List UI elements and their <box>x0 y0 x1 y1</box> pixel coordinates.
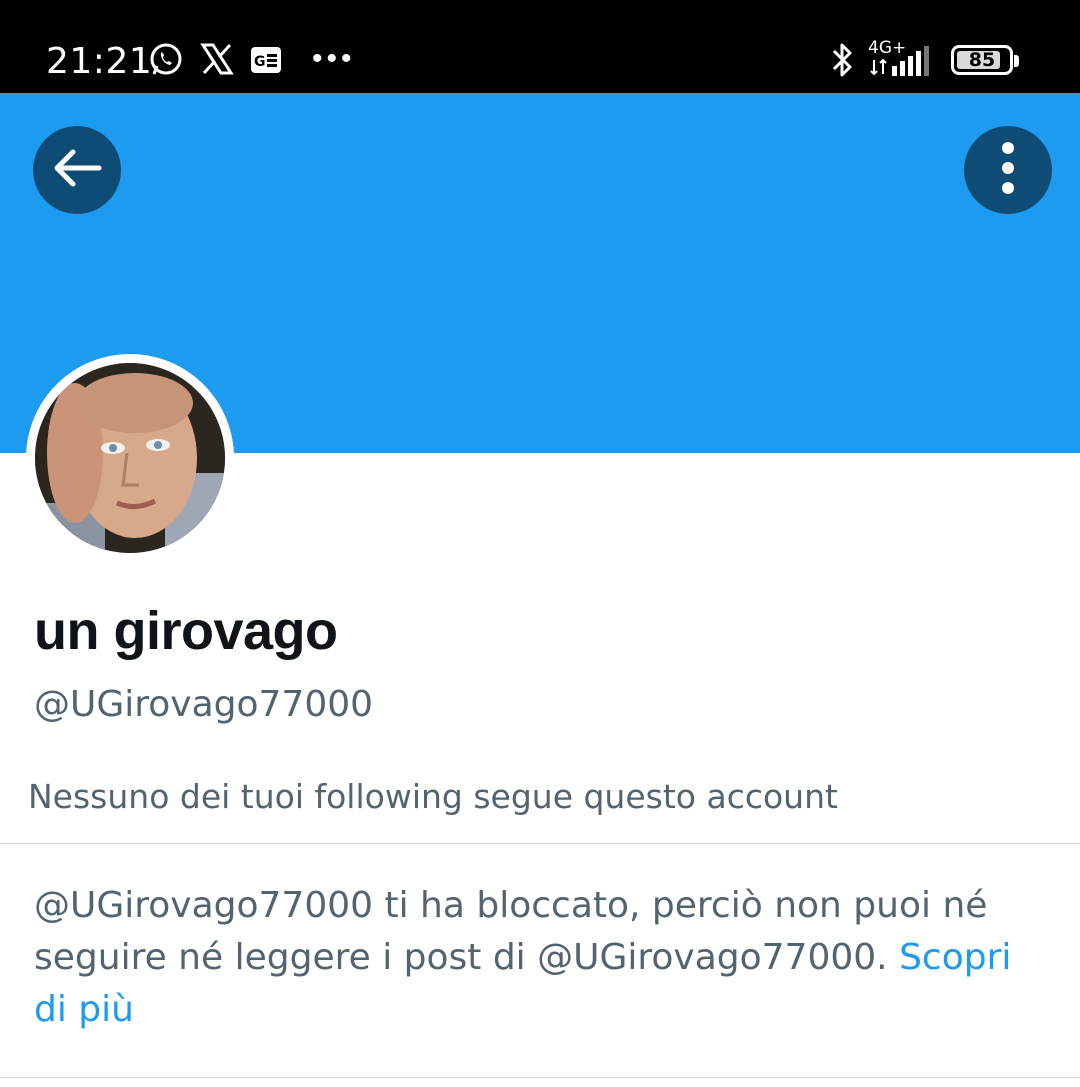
display-name: un girovago <box>34 601 338 661</box>
followers-you-know: Nessuno dei tuoi following segue questo … <box>28 777 838 816</box>
whatsapp-icon <box>148 42 184 83</box>
battery-indicator: 85 <box>951 45 1019 75</box>
more-vertical-icon <box>1000 140 1016 201</box>
back-button[interactable] <box>33 126 121 214</box>
status-bar: 21:21 G ••• 4G+ 85 <box>0 0 1080 93</box>
battery-level: 85 <box>968 49 996 71</box>
more-notifications-icon: ••• <box>312 42 356 75</box>
blocked-notice: @UGirovago77000 ti ha bloccato, perciò n… <box>34 880 1054 1036</box>
news-icon: G <box>250 46 282 79</box>
avatar[interactable] <box>26 354 234 562</box>
divider <box>0 843 1080 844</box>
divider-bottom <box>0 1077 1080 1078</box>
data-arrows-icon <box>870 58 888 81</box>
arrow-left-icon <box>51 148 103 193</box>
status-time: 21:21 <box>46 41 153 82</box>
svg-text:G: G <box>254 54 266 70</box>
bluetooth-icon <box>830 40 856 85</box>
blocked-notice-text: @UGirovago77000 ti ha bloccato, perciò n… <box>34 885 988 978</box>
profile-handle: @UGirovago77000 <box>34 684 374 725</box>
more-options-button[interactable] <box>964 126 1052 214</box>
avatar-image <box>35 363 225 553</box>
signal-strength-icon <box>892 44 938 81</box>
x-icon <box>200 42 234 81</box>
